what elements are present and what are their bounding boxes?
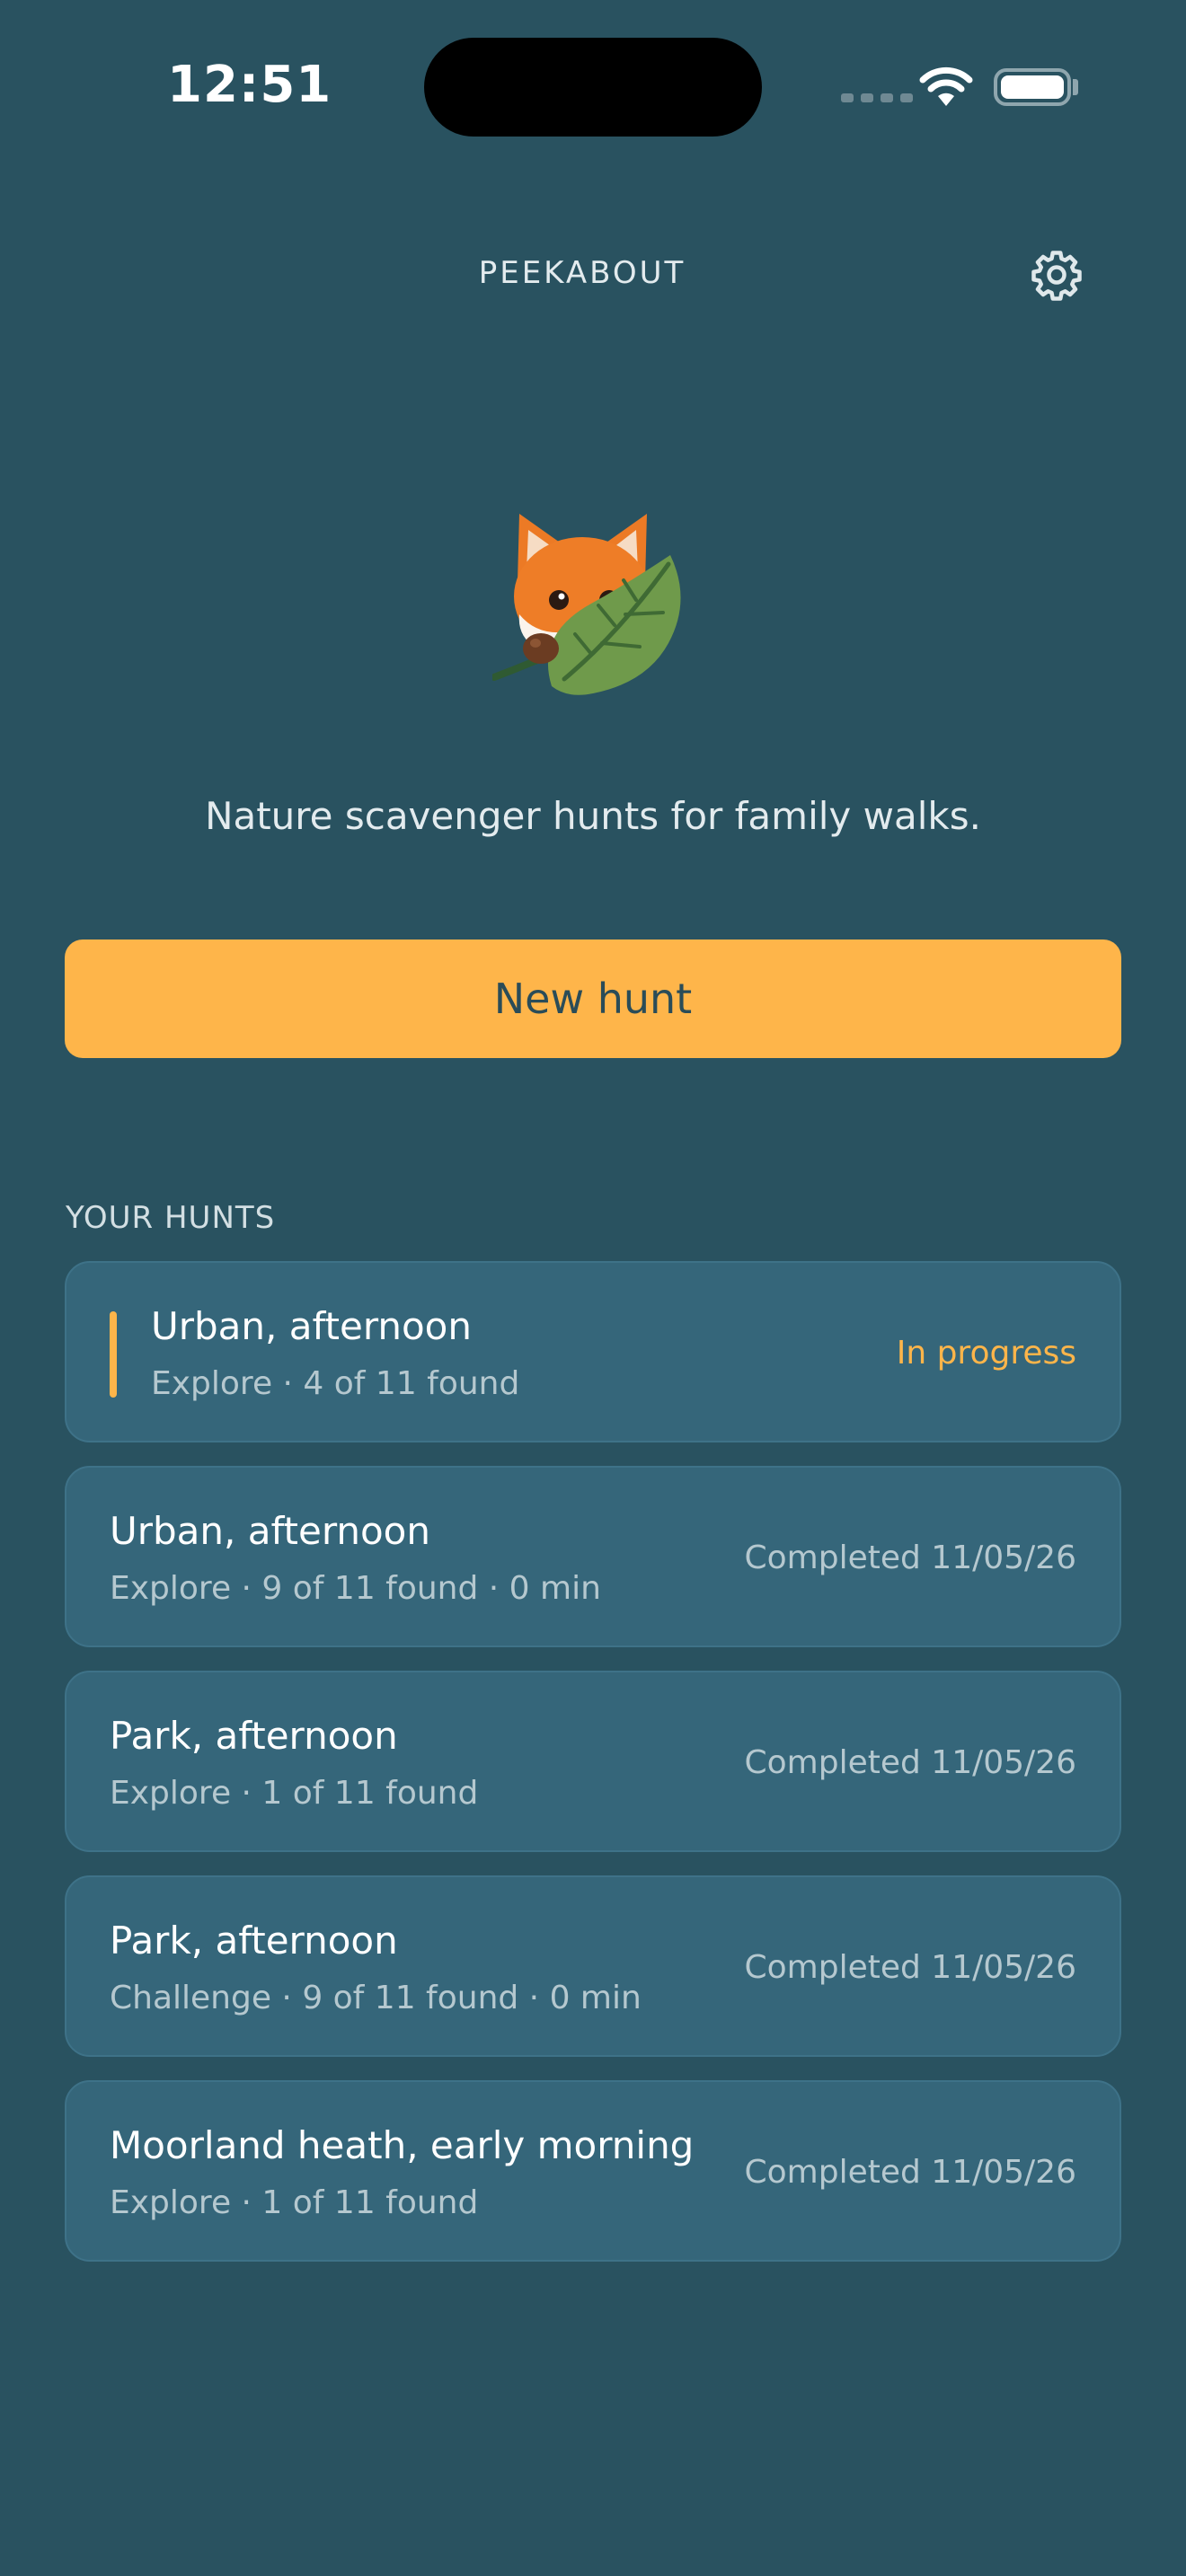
dynamic-island	[424, 38, 762, 137]
status-time: 12:51	[167, 56, 332, 114]
wifi-icon	[919, 66, 973, 106]
hunt-card-in-progress[interactable]: Urban, afternoon Explore · 4 of 11 found…	[65, 1261, 1121, 1442]
hunt-title: Park, afternoon	[110, 1919, 398, 1963]
hunt-list: Urban, afternoon Explore · 4 of 11 found…	[65, 1261, 1121, 2285]
app-title: PEEKABOUT	[478, 255, 686, 291]
hunt-card[interactable]: Park, afternoon Challenge · 9 of 11 foun…	[65, 1875, 1121, 2057]
hunt-status: Completed 11/05/26	[744, 1539, 1076, 1576]
hunt-subtitle: Explore · 1 of 11 found	[110, 2184, 479, 2221]
hunt-status: Completed 11/05/26	[744, 2154, 1076, 2191]
hunt-title: Moorland heath, early morning	[110, 2123, 695, 2167]
hunt-title: Urban, afternoon	[110, 1509, 430, 1553]
hunt-card[interactable]: Moorland heath, early morning Explore · …	[65, 2080, 1121, 2262]
hunt-subtitle: Explore · 1 of 11 found	[110, 1775, 479, 1812]
hunt-card[interactable]: Park, afternoon Explore · 1 of 11 found …	[65, 1671, 1121, 1852]
hunt-subtitle: Explore · 9 of 11 found · 0 min	[110, 1570, 601, 1607]
hunt-card[interactable]: Urban, afternoon Explore · 9 of 11 found…	[65, 1466, 1121, 1647]
hunt-status: Completed 11/05/26	[744, 1949, 1076, 1986]
hunt-subtitle: Challenge · 9 of 11 found · 0 min	[110, 1980, 642, 2016]
your-hunts-section-label: YOUR HUNTS	[66, 1200, 276, 1236]
new-hunt-button[interactable]: New hunt	[65, 940, 1121, 1058]
hunt-subtitle: Explore · 4 of 11 found	[151, 1365, 520, 1402]
in-progress-accent-bar	[110, 1311, 117, 1398]
hunt-status: In progress	[896, 1335, 1076, 1372]
status-bar: 12:51	[0, 0, 1186, 180]
fox-mascot-icon	[492, 514, 681, 695]
gear-icon	[1031, 251, 1082, 301]
battery-icon	[994, 68, 1071, 106]
hunt-title: Urban, afternoon	[151, 1304, 472, 1348]
hunt-status: Completed 11/05/26	[744, 1744, 1076, 1781]
battery-tip	[1073, 79, 1078, 95]
settings-button[interactable]	[1028, 246, 1085, 304]
hunt-title: Park, afternoon	[110, 1714, 398, 1758]
tagline: Nature scavenger hunts for family walks.	[205, 794, 981, 838]
cellular-signal-icon	[841, 93, 913, 102]
